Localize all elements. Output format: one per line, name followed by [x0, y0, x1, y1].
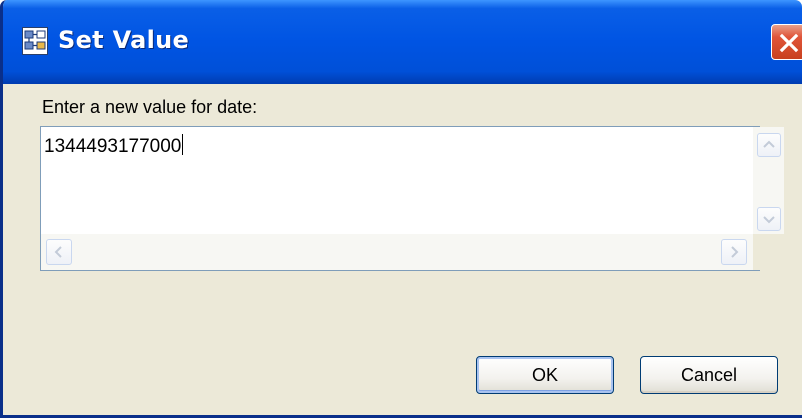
chevron-up-icon — [763, 140, 775, 148]
dialog-app-icon — [22, 27, 48, 55]
value-text: 1344493177000 — [44, 136, 182, 157]
window-title: Set Value — [58, 26, 190, 54]
scroll-up-button[interactable] — [757, 133, 781, 157]
close-icon — [779, 33, 799, 53]
chevron-right-icon — [731, 246, 739, 258]
vertical-scrollbar[interactable] — [753, 127, 784, 234]
text-caret — [182, 134, 184, 155]
value-textarea[interactable]: 1344493177000 — [40, 126, 784, 271]
scroll-right-button[interactable] — [721, 239, 747, 265]
prompt-label: Enter a new value for date: — [42, 97, 258, 117]
scrollbar-corner — [753, 234, 784, 270]
chevron-down-icon — [763, 216, 775, 224]
close-button[interactable] — [771, 24, 802, 60]
ok-button[interactable]: OK — [476, 356, 614, 394]
scroll-left-button[interactable] — [46, 239, 72, 265]
cancel-button[interactable]: Cancel — [640, 356, 778, 394]
set-value-dialog: Set Value Enter a new value for date: 13… — [0, 0, 802, 418]
scroll-down-button[interactable] — [757, 207, 781, 231]
chevron-left-icon — [54, 246, 62, 258]
title-bar[interactable]: Set Value — [3, 0, 802, 84]
horizontal-scrollbar[interactable] — [41, 234, 753, 270]
